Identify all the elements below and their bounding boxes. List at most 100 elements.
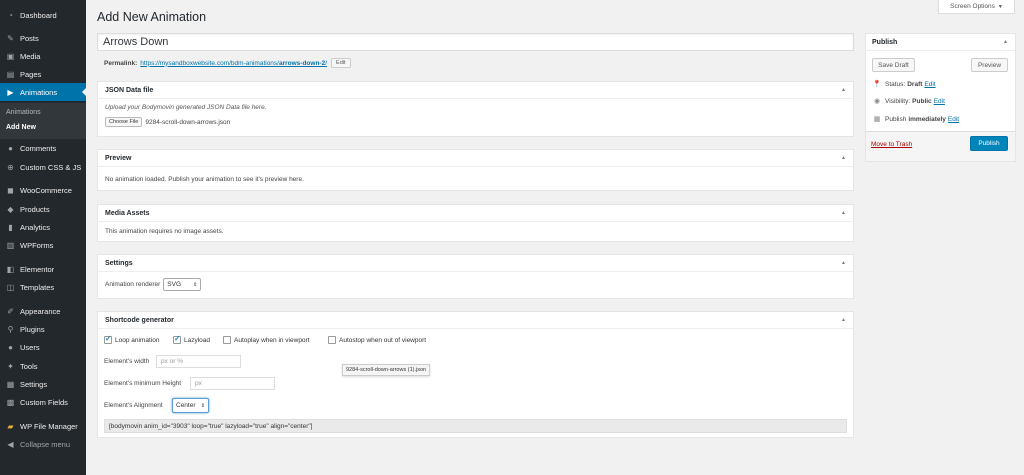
schedule-edit-link[interactable]: Edit (948, 116, 959, 123)
save-draft-button[interactable]: Save Draft (872, 58, 915, 72)
media-assets-box: Media Assets ▲ This animation requires n… (97, 204, 854, 242)
screen-options-button[interactable]: Screen Options ▼ (938, 0, 1015, 14)
publish-header[interactable]: Publish ▲ (866, 34, 1015, 51)
width-input[interactable] (156, 355, 241, 368)
sidebar-item-woocommerce[interactable]: ◼ WooCommerce (0, 181, 86, 199)
chosen-filename: 9284-scroll-down-arrows.json (145, 118, 231, 126)
media-assets-header[interactable]: Media Assets ▲ (98, 205, 853, 222)
permalink-trail: / (325, 59, 328, 67)
sidebar-item-collapse-menu[interactable]: ◀ Collapse menu (0, 435, 86, 453)
sidebar-item-label: Elementor (20, 264, 55, 274)
status-edit-link[interactable]: Edit (924, 81, 935, 88)
autostop-checkbox[interactable] (328, 336, 336, 344)
collapse-arrow-icon[interactable]: ▲ (841, 155, 846, 161)
settings-icon: ▦ (6, 379, 15, 389)
screen-options-label: Screen Options (950, 3, 995, 10)
sidebar-item-label: Plugins (20, 324, 45, 334)
visibility-row: ◉ Visibility: Public Edit (872, 97, 945, 106)
publish-button[interactable]: Publish (970, 136, 1008, 151)
min-height-input[interactable] (190, 377, 275, 390)
shortcode-header[interactable]: Shortcode generator ▲ (98, 312, 853, 329)
pin-icon: 📍 (872, 81, 882, 88)
sidebar-item-custom-fields[interactable]: ▩ Custom Fields (0, 393, 86, 411)
sidebar-item-dashboard[interactable]: ◔ Dashboard (0, 6, 86, 24)
sidebar-item-tools[interactable]: ✦ Tools (0, 357, 86, 375)
sidebar-item-label: WP File Manager (20, 421, 78, 431)
products-icon: ◆ (7, 204, 14, 214)
sidebar-item-media[interactable]: ▣ Media (0, 47, 86, 65)
caret-down-icon: ▼ (997, 3, 1003, 10)
preview-header[interactable]: Preview ▲ (98, 150, 853, 167)
autoplay-label: Autoplay when in viewport (234, 336, 310, 344)
sidebar-item-pages[interactable]: ▤ Pages (0, 65, 86, 83)
sidebar-item-analytics[interactable]: ▮ Analytics (0, 218, 86, 236)
renderer-select[interactable]: SVG ⇕ (163, 278, 202, 291)
sidebar-item-posts[interactable]: ✎ Posts (0, 29, 86, 47)
json-data-header[interactable]: JSON Data file ▲ (98, 82, 853, 99)
camera-icon: ▶ (7, 87, 14, 97)
sidebar-item-comments[interactable]: ● Comments (0, 139, 86, 157)
brush-icon: ✐ (7, 306, 14, 316)
media-assets-title: Media Assets (105, 209, 150, 217)
sidebar-item-label: Animations (20, 87, 58, 97)
select-arrows-icon: ⇕ (193, 281, 198, 288)
post-title-input[interactable] (97, 33, 854, 51)
collapse-arrow-icon[interactable]: ▲ (841, 317, 846, 323)
alignment-select[interactable]: Center ⇕ (172, 398, 209, 413)
sidebar-item-wpforms[interactable]: ▥ WPForms (0, 236, 86, 254)
calendar-icon: ▦ (873, 116, 881, 123)
sidebar-item-label: Media (20, 51, 41, 61)
move-to-trash-link[interactable]: Move to Trash (871, 141, 912, 148)
visibility-value: Public (912, 97, 932, 105)
visibility-edit-link[interactable]: Edit (934, 98, 945, 105)
loop-checkbox[interactable] (104, 334, 112, 344)
sidebar-item-label: Comments (20, 143, 57, 153)
sidebar-item-label: Custom CSS & JS (20, 162, 82, 172)
preview-box: Preview ▲ No animation loaded. Publish y… (97, 149, 854, 191)
collapse-arrow-icon[interactable]: ▲ (841, 87, 846, 93)
plus-icon: ⊕ (7, 162, 14, 172)
sidebar-item-label: Products (20, 204, 50, 214)
lazyload-checkbox[interactable] (173, 334, 181, 344)
permalink-edit-button[interactable]: Edit (331, 58, 351, 68)
collapse-arrow-icon[interactable]: ▲ (841, 260, 846, 266)
autoplay-checkbox[interactable] (223, 336, 231, 344)
settings-header[interactable]: Settings ▲ (98, 255, 853, 272)
sidebar-item-products[interactable]: ◆ Products (0, 200, 86, 218)
sidebar-item-label: Tools (20, 361, 38, 371)
alignment-label: Element's Alignment (104, 402, 163, 409)
wrench-icon: ✦ (7, 361, 14, 371)
submenu-item-add-new[interactable]: Add New (6, 124, 36, 131)
permalink-slug: arrows-down-2 (278, 59, 326, 67)
permalink-link[interactable]: https://mysandboxwebsite.com/bdm-animati… (140, 60, 327, 67)
sidebar-item-appearance[interactable]: ✐ Appearance (0, 302, 86, 320)
sidebar-item-users[interactable]: ● Users (0, 338, 86, 356)
animations-submenu: Animations Add New (0, 103, 86, 139)
permalink-label: Permalink: (104, 59, 138, 67)
lazyload-option: Lazyload (173, 334, 210, 344)
preview-text: No animation loaded. Publish your animat… (105, 176, 304, 183)
loop-option: Loop animation (104, 334, 160, 344)
permalink-base: https://mysandboxwebsite.com/bdm-animati… (140, 59, 279, 67)
collapse-arrow-icon[interactable]: ▲ (841, 210, 846, 216)
status-label: Status: (885, 80, 906, 88)
plugin-icon: ⚲ (7, 324, 14, 334)
submenu-item-animations[interactable]: Animations (6, 109, 41, 116)
collapse-arrow-icon[interactable]: ▲ (1003, 39, 1008, 45)
eye-icon: ◉ (873, 98, 881, 105)
page-title: Add New Animation (97, 10, 207, 24)
preview-button[interactable]: Preview (971, 58, 1008, 72)
choose-file-button[interactable]: Choose File (105, 117, 143, 127)
sidebar-item-plugins[interactable]: ⚲ Plugins (0, 320, 86, 338)
sidebar-item-templates[interactable]: ◫ Templates (0, 278, 86, 296)
status-value: Draft (907, 80, 923, 88)
shortcode-output[interactable]: [bodymovin anim_id="3903" loop="true" la… (104, 419, 847, 433)
sidebar-item-settings[interactable]: ▦ Settings (0, 375, 86, 393)
sidebar-item-label: Appearance (20, 306, 61, 316)
sidebar-item-animations[interactable]: ▶ Animations (0, 83, 86, 101)
sidebar-item-elementor[interactable]: ◧ Elementor (0, 260, 86, 278)
loop-label: Loop animation (115, 336, 160, 344)
sidebar-item-wp-file-manager[interactable]: ▰ WP File Manager (0, 417, 86, 435)
sidebar-item-custom-css-js[interactable]: ⊕ Custom CSS & JS (0, 158, 86, 176)
pages-icon: ▤ (6, 69, 15, 79)
